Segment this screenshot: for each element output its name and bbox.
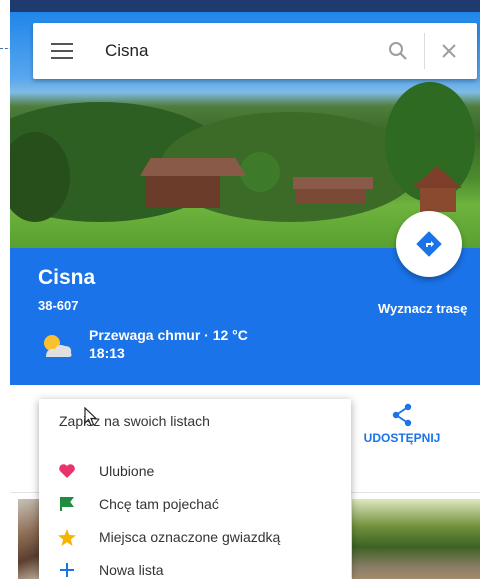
house [296, 189, 366, 203]
menu-item-starred[interactable]: Miejsca oznaczone gwiazdką [39, 521, 351, 553]
place-panel: Cisna Cisna 38-607 Przewaga chmur · 12 °… [10, 12, 480, 579]
search-input[interactable]: Cisna [105, 41, 378, 61]
save-to-list-menu: Zapisz na swoich listach Ulubione Chcę t… [39, 399, 351, 579]
menu-item-favorites[interactable]: Ulubione [39, 455, 351, 487]
menu-item-label: Chcę tam pojechać [99, 496, 219, 512]
left-edge [0, 0, 10, 579]
weather-description: Przewaga chmur · 12 °C [89, 327, 248, 343]
search-icon[interactable] [378, 31, 418, 71]
search-bar: Cisna [33, 23, 477, 79]
save-menu-title: Zapisz na swoich listach [59, 413, 210, 429]
menu-item-new-list[interactable]: Nowa lista [39, 554, 351, 579]
share-icon [392, 403, 412, 427]
directions-icon [416, 231, 442, 257]
house [146, 176, 220, 208]
tree [240, 152, 280, 192]
house-roof [293, 177, 373, 189]
place-title: Cisna [38, 266, 96, 289]
menu-item-want-to-go[interactable]: Chcę tam pojechać [39, 488, 351, 520]
mouse-cursor-icon [84, 407, 98, 427]
star-icon [57, 528, 77, 546]
photo-thumbnail[interactable] [352, 499, 480, 579]
heart-icon [57, 462, 77, 480]
flag-icon [57, 495, 77, 513]
menu-item-label: Miejsca oznaczone gwiazdką [99, 529, 281, 545]
menu-item-label: Ulubione [99, 463, 155, 479]
share-button[interactable]: UDOSTĘPNIJ [362, 399, 442, 459]
close-icon[interactable] [425, 31, 473, 71]
house [420, 188, 456, 212]
share-label: UDOSTĘPNIJ [363, 431, 441, 445]
postal-code: 38-607 [38, 298, 79, 313]
weather-time: 18:13 [89, 345, 125, 361]
partly-cloudy-icon [38, 331, 74, 361]
directions-button[interactable] [396, 211, 462, 277]
house-roof [140, 158, 246, 176]
menu-icon[interactable] [51, 43, 73, 59]
menu-item-label: Nowa lista [99, 562, 164, 578]
plus-icon [57, 561, 77, 579]
directions-label[interactable]: Wyznacz trasę [378, 301, 467, 316]
